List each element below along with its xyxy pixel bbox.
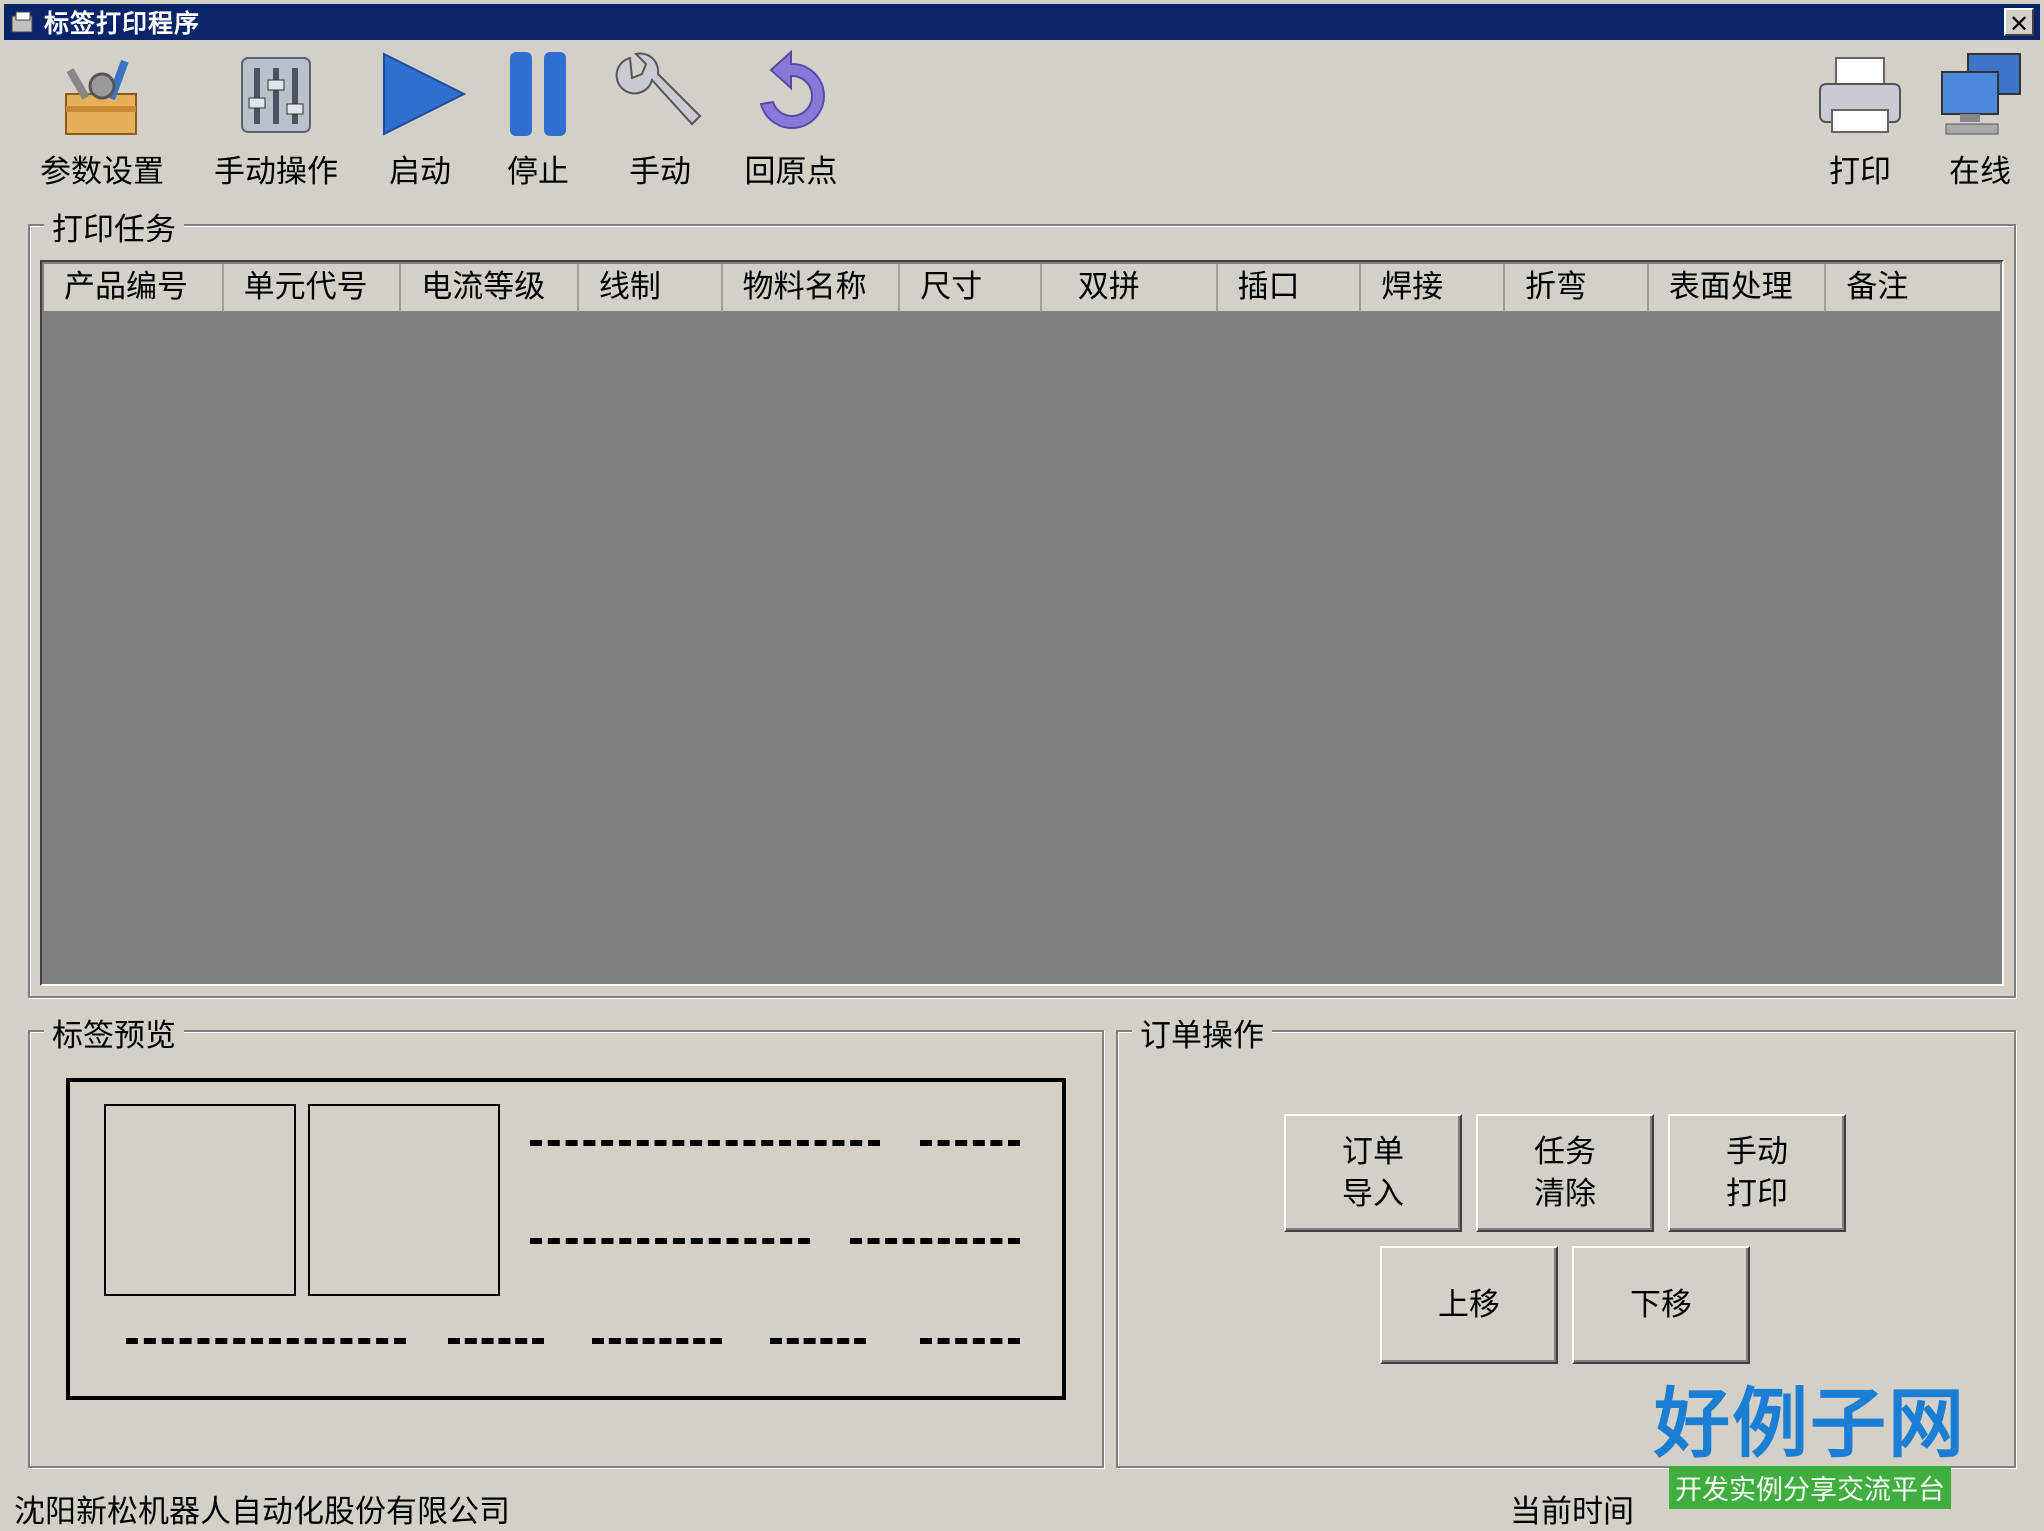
app-icon bbox=[11, 11, 33, 33]
clear-tasks-button[interactable]: 任务 清除 bbox=[1476, 1114, 1654, 1232]
toolbar-label: 手动操作 bbox=[214, 154, 338, 190]
toolbar-button-manual[interactable]: 手动 bbox=[610, 48, 710, 191]
preview-text-line bbox=[530, 1238, 810, 1244]
preview-text-line bbox=[592, 1338, 722, 1344]
preview-text-line bbox=[126, 1338, 406, 1344]
printer-icon bbox=[1819, 57, 1901, 133]
window-title: 标签打印程序 bbox=[44, 9, 201, 38]
watermark-brand: 好例子网 bbox=[1654, 1379, 1966, 1468]
title-bar: 标签打印程序 ✕ bbox=[4, 4, 2040, 40]
close-button[interactable]: ✕ bbox=[2004, 8, 2034, 38]
column-header[interactable]: 插口 bbox=[1217, 264, 1362, 312]
column-header[interactable]: 单元代号 bbox=[223, 264, 402, 312]
toolbar-button-start[interactable]: 启动 bbox=[370, 48, 470, 191]
print-tasks-legend: 打印任务 bbox=[44, 204, 184, 249]
column-header[interactable]: 表面处理 bbox=[1648, 264, 1827, 312]
return-origin-icon bbox=[759, 49, 825, 129]
toolbar-label: 启动 bbox=[389, 154, 451, 190]
manual-print-button[interactable]: 手动 打印 bbox=[1668, 1114, 1846, 1232]
column-header[interactable]: 线制 bbox=[578, 264, 723, 312]
move-up-button[interactable]: 上移 bbox=[1380, 1246, 1558, 1364]
preview-text-line bbox=[850, 1238, 1020, 1244]
toolbar-button-settings[interactable]: 参数设置 bbox=[30, 48, 174, 191]
main-window: 标签打印程序 ✕ 参数设置 手动操作 启动 停止 手动 回原点 打印 在线 打印… bbox=[0, 0, 2044, 1530]
label-preview-canvas bbox=[66, 1078, 1066, 1400]
network-computer-icon bbox=[1941, 53, 2021, 135]
column-header[interactable]: 尺寸 bbox=[900, 264, 1042, 312]
company-name: 沈阳新松机器人自动化股份有限公司 bbox=[14, 1494, 510, 1530]
move-down-button[interactable]: 下移 bbox=[1572, 1246, 1750, 1364]
column-header[interactable]: 物料名称 bbox=[722, 264, 901, 312]
order-ops-legend: 订单操作 bbox=[1132, 1010, 1272, 1055]
column-header[interactable]: 产品编号 bbox=[44, 264, 224, 312]
column-header[interactable]: 备注 bbox=[1826, 264, 2000, 312]
mixer-icon bbox=[241, 57, 311, 133]
pause-icon bbox=[510, 52, 566, 136]
import-order-button[interactable]: 订单 导入 bbox=[1284, 1114, 1462, 1232]
preview-image-placeholder bbox=[308, 1104, 500, 1296]
toolbar-label: 停止 bbox=[507, 154, 569, 190]
print-task-table[interactable]: 产品编号 单元代号 电流等级 线制 物料名称 尺寸 双拼 插口 焊接 折弯 表面… bbox=[40, 260, 2004, 986]
toolbar-button-manual-ops[interactable]: 手动操作 bbox=[206, 48, 346, 191]
watermark-logo: 好例子网 开发实例分享交流平台 bbox=[1640, 1384, 1980, 1509]
toolbar-button-home[interactable]: 回原点 bbox=[736, 48, 846, 191]
watermark-tagline: 开发实例分享交流平台 bbox=[1669, 1466, 1951, 1509]
toolbar-label: 打印 bbox=[1829, 154, 1891, 190]
preview-image-placeholder bbox=[104, 1104, 296, 1296]
wrench-icon bbox=[615, 52, 702, 126]
current-time-label: 当前时间 bbox=[1510, 1494, 1634, 1530]
toolbar-label: 手动 bbox=[629, 154, 691, 190]
preview-text-line bbox=[530, 1140, 880, 1146]
toolbar-label: 回原点 bbox=[744, 154, 838, 190]
preview-text-line bbox=[920, 1338, 1020, 1344]
toolbar-button-print[interactable]: 打印 bbox=[1810, 48, 1910, 191]
play-icon bbox=[383, 52, 467, 136]
preview-text-line bbox=[448, 1338, 544, 1344]
preview-text-line bbox=[770, 1338, 866, 1344]
column-header[interactable]: 双拼 bbox=[1041, 264, 1218, 312]
toolbar-button-online[interactable]: 在线 bbox=[1930, 48, 2030, 191]
table-header: 产品编号 单元代号 电流等级 线制 物料名称 尺寸 双拼 插口 焊接 折弯 表面… bbox=[44, 264, 2000, 312]
toolbar-label: 参数设置 bbox=[40, 154, 164, 190]
toolbox-icon bbox=[65, 59, 137, 135]
column-header[interactable]: 焊接 bbox=[1361, 264, 1505, 312]
column-header[interactable]: 电流等级 bbox=[401, 264, 579, 312]
preview-text-line bbox=[920, 1140, 1020, 1146]
column-header[interactable]: 折弯 bbox=[1505, 264, 1649, 312]
toolbar-button-stop[interactable]: 停止 bbox=[488, 48, 588, 191]
toolbar-label: 在线 bbox=[1949, 154, 2011, 190]
label-preview-legend: 标签预览 bbox=[44, 1010, 184, 1055]
